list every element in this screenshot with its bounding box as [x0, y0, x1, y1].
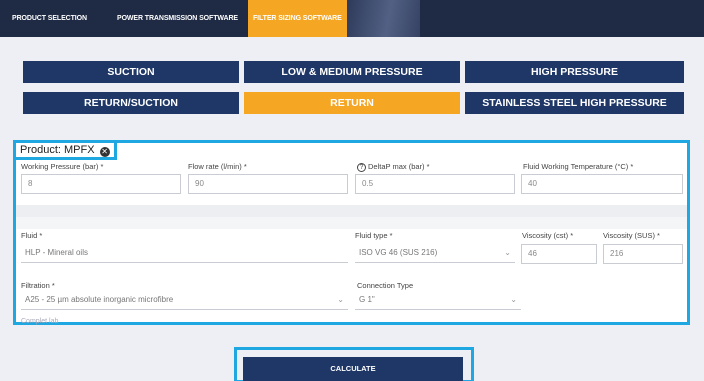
category-low-medium-pressure-button[interactable]: LOW & MEDIUM PRESSURE [244, 61, 460, 83]
category-stainless-steel-high-pressure-button[interactable]: STAINLESS STEEL HIGH PRESSURE [465, 92, 684, 114]
viscosity-sus-label: Viscosity (SUS) * [603, 231, 660, 240]
fluid-select[interactable]: HLP - Mineral oils [21, 244, 348, 263]
fluid-temperature-input[interactable]: 40 [521, 174, 683, 194]
chevron-down-icon: ⌄ [510, 295, 517, 304]
footer-note: Complet lab [21, 318, 59, 325]
filtration-select[interactable]: A25 - 25 µm absolute inorganic microfibr… [21, 291, 348, 310]
calculate-button[interactable]: CALCULATE [243, 357, 463, 381]
category-return-suction-button[interactable]: RETURN/SUCTION [23, 92, 239, 114]
flow-rate-label: Flow rate (l/min) * [188, 162, 247, 171]
delta-p-label: ? DeltaP max (bar) * [357, 162, 430, 172]
filtration-select-value: A25 - 25 µm absolute inorganic microfibr… [25, 295, 174, 304]
connection-type-label: Connection Type [357, 281, 414, 290]
filtration-label: Filtration * [21, 281, 55, 290]
top-navigation: PRODUCT SELECTION POWER TRANSMISSION SOF… [0, 0, 704, 37]
question-icon[interactable]: ? [357, 163, 366, 172]
fluid-label: Fluid * [21, 231, 43, 240]
category-high-pressure-button[interactable]: HIGH PRESSURE [465, 61, 684, 83]
product-label: Product: MPFX [20, 144, 95, 156]
chevron-down-icon: ⌄ [504, 248, 511, 257]
header-hero-image [340, 0, 420, 37]
connection-type-select-value: G 1" [359, 295, 375, 304]
category-return-button[interactable]: RETURN [244, 92, 460, 114]
fluid-type-label: Fluid type * [355, 231, 393, 240]
tab-product-selection[interactable]: PRODUCT SELECTION [12, 0, 87, 37]
working-pressure-input[interactable]: 8 [21, 174, 181, 194]
tab-filter-sizing-software[interactable]: FILTER SIZING SOFTWARE [248, 0, 347, 37]
chevron-down-icon: ⌄ [337, 295, 344, 304]
close-circle-icon[interactable]: ✕ [99, 147, 110, 157]
fluid-type-select[interactable]: ISO VG 46 (SUS 216) ⌄ [355, 244, 515, 263]
working-pressure-label: Working Pressure (bar) * [21, 162, 104, 171]
fluid-temperature-label: Fluid Working Temperature (°C) * [523, 162, 634, 171]
delta-p-input[interactable]: 0.5 [355, 174, 515, 194]
connection-type-select[interactable]: G 1" ⌄ [355, 291, 521, 310]
category-suction-button[interactable]: SUCTION [23, 61, 239, 83]
viscosity-sus-input[interactable]: 216 [603, 244, 683, 264]
viscosity-cst-label: Viscosity (cst) * [522, 231, 574, 240]
section-divider [16, 217, 687, 229]
viscosity-cst-input[interactable]: 46 [521, 244, 597, 264]
fluid-select-value: HLP - Mineral oils [25, 248, 88, 257]
fluid-type-select-value: ISO VG 46 (SUS 216) [359, 248, 438, 257]
flow-rate-input[interactable]: 90 [188, 174, 348, 194]
product-tag: Product: MPFX ✕ [13, 140, 117, 160]
section-divider [16, 205, 687, 217]
tab-power-transmission-software[interactable]: POWER TRANSMISSION SOFTWARE [117, 0, 238, 37]
